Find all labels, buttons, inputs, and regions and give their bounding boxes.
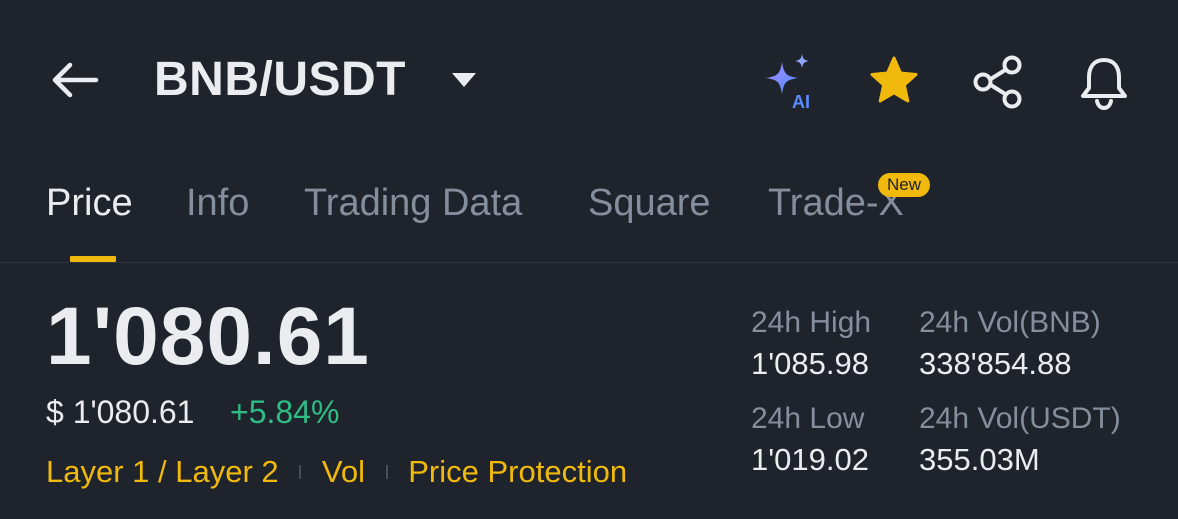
share-button[interactable] — [968, 52, 1028, 112]
stat-high-label: 24h High — [751, 306, 872, 339]
ai-assistant-button[interactable]: AI — [758, 52, 818, 112]
market-detail-screen: BNB/USDT AI Price Info Trading Data Squa… — [0, 0, 1178, 519]
tab-trading-data[interactable]: Trading Data — [304, 182, 522, 225]
back-button[interactable] — [46, 52, 106, 108]
favorite-button[interactable] — [864, 52, 924, 112]
tag-separator — [385, 464, 388, 479]
alerts-button[interactable] — [1074, 52, 1134, 112]
tab-price[interactable]: Price — [46, 182, 133, 225]
last-price: 1'080.61 — [46, 291, 370, 382]
tab-bar: Price Info Trading Data Square Trade-X N… — [0, 170, 1178, 262]
stat-low-label: 24h Low — [751, 402, 865, 435]
bell-icon — [1081, 58, 1127, 111]
tab-divider — [0, 262, 1178, 263]
ai-label: AI — [792, 92, 810, 112]
stat-vol-base-label: 24h Vol(BNB) — [919, 306, 1101, 339]
share-icon — [973, 55, 1022, 109]
ai-sparkle-icon: AI — [766, 54, 810, 112]
top-bar: BNB/USDT AI — [0, 0, 1178, 160]
tab-square[interactable]: Square — [588, 182, 711, 225]
tag-layer[interactable]: Layer 1 / Layer 2 — [46, 454, 279, 490]
tag-price-protection[interactable]: Price Protection — [408, 454, 627, 490]
chevron-down-icon — [452, 73, 476, 87]
tab-info[interactable]: Info — [186, 182, 249, 225]
usd-price: $ 1'080.61 — [46, 394, 195, 430]
tag-separator — [299, 464, 302, 479]
stat-vol-base-value: 338'854.88 — [919, 346, 1072, 381]
pair-title[interactable]: BNB/USDT — [154, 52, 406, 107]
stat-vol-quote-value: 355.03M — [919, 442, 1040, 477]
star-icon — [870, 56, 918, 103]
stat-vol-quote-label: 24h Vol(USDT) — [919, 402, 1121, 435]
tag-row: Layer 1 / Layer 2 Vol Price Protection — [46, 452, 627, 492]
tag-vol[interactable]: Vol — [322, 454, 365, 490]
price-change-percent: +5.84% — [230, 394, 340, 430]
stat-high-value: 1'085.98 — [751, 346, 869, 381]
stat-low-value: 1'019.02 — [751, 442, 869, 477]
back-arrow-icon — [52, 62, 99, 98]
new-badge: New — [878, 173, 931, 197]
pair-dropdown-button[interactable] — [448, 68, 480, 92]
